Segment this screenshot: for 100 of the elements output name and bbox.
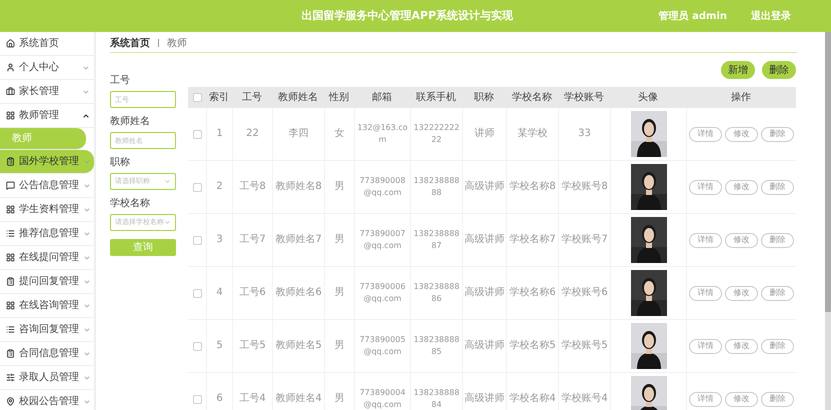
sidebar-item[interactable]: 在线咨询管理 xyxy=(0,294,94,318)
column-header: 学校账号 xyxy=(564,90,604,106)
sidebar-item[interactable]: 公告信息管理 xyxy=(0,174,94,198)
table-cell: 学校名称6 xyxy=(509,287,556,300)
column-header: 索引 xyxy=(209,90,229,106)
row-action-button[interactable]: 修改 xyxy=(725,126,758,142)
chevron-icon xyxy=(164,219,171,226)
table-cell: 22 xyxy=(246,128,259,140)
action-button[interactable]: 新增 xyxy=(721,61,755,80)
sidebar-item[interactable]: 系统首页 xyxy=(0,32,94,56)
column-header: 工号 xyxy=(242,91,262,106)
row-action-button[interactable]: 详情 xyxy=(689,392,722,407)
sidebar-item[interactable]: 学生资料管理 xyxy=(0,198,94,222)
user-label: 管理员 admin xyxy=(658,10,727,24)
table-cell: 女 xyxy=(334,128,344,140)
row-action-button[interactable]: 详情 xyxy=(689,286,722,301)
table-cell: 高级讲师 xyxy=(464,287,504,300)
row-action-button[interactable]: 删除 xyxy=(761,286,794,301)
checkbox[interactable] xyxy=(192,342,202,351)
row-action-button[interactable]: 详情 xyxy=(689,338,722,354)
checkbox[interactable] xyxy=(192,93,202,102)
checkbox[interactable] xyxy=(192,130,202,139)
row-action-button[interactable]: 详情 xyxy=(689,180,722,195)
table-cell: 2 xyxy=(216,181,223,194)
menu-icon xyxy=(6,87,15,96)
table-cell: 学校账号7 xyxy=(561,234,608,246)
column-header: 学校名称 xyxy=(512,90,552,106)
table-cell: 1 xyxy=(216,128,223,140)
row-action-button[interactable]: 修改 xyxy=(725,180,758,195)
table-cell: 3 xyxy=(216,234,223,246)
table-cell-text: 13222222222 xyxy=(412,122,460,146)
row-action-button[interactable]: 修改 xyxy=(725,338,758,354)
search-button[interactable]: 查询 xyxy=(110,239,176,256)
checkbox[interactable] xyxy=(192,288,202,298)
table-cell: 33 xyxy=(578,128,591,140)
menu-icon xyxy=(6,325,15,334)
table-cell: 工号5 xyxy=(239,340,266,352)
column-header: 头像 xyxy=(638,90,658,106)
table-cell: 学校名称5 xyxy=(509,340,556,352)
table-cell: 学校账号8 xyxy=(561,181,608,194)
menu-icon xyxy=(6,277,15,286)
table-cell-text: 773890008@qq.com xyxy=(358,175,406,200)
table-cell-text: 13823888886 xyxy=(412,281,460,306)
sidebar-item[interactable]: 咨询回复管理 xyxy=(0,318,94,342)
sidebar-item[interactable]: 个人中心 xyxy=(0,56,94,80)
table-cell: 男 xyxy=(334,181,344,194)
sidebar-item[interactable]: 家长管理 xyxy=(0,80,94,104)
row-action-button[interactable]: 删除 xyxy=(761,392,794,407)
menu-icon xyxy=(6,181,15,190)
table-cell: 学校账号4 xyxy=(561,393,608,406)
row-action-button[interactable]: 详情 xyxy=(689,126,722,142)
menu-icon xyxy=(6,63,15,72)
sidebar-item[interactable]: 推荐信息管理 xyxy=(0,222,94,246)
breadcrumb-separator xyxy=(158,39,159,48)
row-action-button[interactable]: 删除 xyxy=(761,126,794,142)
table-cell: 学校名称7 xyxy=(509,234,556,246)
menu-icon xyxy=(6,111,15,120)
column-header: 联系手机 xyxy=(416,90,456,106)
action-button[interactable]: 删除 xyxy=(762,61,796,80)
row-action-button[interactable]: 修改 xyxy=(725,286,758,301)
menu-icon xyxy=(6,39,15,48)
table-cell: 男 xyxy=(334,340,344,352)
checkbox[interactable] xyxy=(192,394,202,404)
submenu-item[interactable]: 教师 xyxy=(0,128,86,150)
row-action-button[interactable]: 详情 xyxy=(689,232,722,248)
table-cell-text: 773890007@qq.com xyxy=(358,228,406,252)
table-cell: 教师姓名7 xyxy=(275,234,322,246)
filter-label: 工号 xyxy=(110,74,131,88)
sidebar-item[interactable]: 在线提问管理 xyxy=(0,246,94,270)
breadcrumb-current: 教师 xyxy=(167,36,187,51)
table-cell: 高级讲师 xyxy=(464,181,504,194)
sidebar-item[interactable]: 国外学校管理 xyxy=(0,150,94,174)
sidebar-item[interactable]: 合同信息管理 xyxy=(0,342,94,366)
table-cell: 学校账号6 xyxy=(561,287,608,300)
table-cell: 工号8 xyxy=(239,181,266,194)
column-header: 性别 xyxy=(329,90,349,106)
sidebar-item[interactable]: 校园公告管理 xyxy=(0,390,94,410)
table-cell: 李四 xyxy=(288,128,308,140)
table-cell-text: 13823888888 xyxy=(412,175,460,200)
checkbox[interactable] xyxy=(192,182,202,192)
row-action-button[interactable]: 修改 xyxy=(725,232,758,248)
row-action-button[interactable]: 删除 xyxy=(761,338,794,354)
menu-icon xyxy=(6,253,15,262)
sidebar-item[interactable]: 录取人员管理 xyxy=(0,366,94,390)
table-cell-text: 773890005@qq.com xyxy=(358,334,406,358)
table-cell: 教师姓名4 xyxy=(275,393,322,406)
checkbox[interactable] xyxy=(192,236,202,245)
column-header: 教师姓名 xyxy=(278,91,318,106)
logout-link[interactable]: 退出登录 xyxy=(751,8,791,24)
row-action-button[interactable]: 删除 xyxy=(761,180,794,195)
row-action-button[interactable]: 删除 xyxy=(761,232,794,248)
breadcrumb-home[interactable]: 系统首页 xyxy=(110,36,150,51)
table-cell: 6 xyxy=(216,393,223,406)
table-cell: 学校名称4 xyxy=(509,393,556,406)
table-cell: 高级讲师 xyxy=(464,340,504,352)
table-cell: 男 xyxy=(334,287,344,300)
row-action-button[interactable]: 修改 xyxy=(725,392,758,407)
menu-icon xyxy=(6,205,15,214)
sidebar-item[interactable]: 提问回复管理 xyxy=(0,270,94,294)
table-cell: 教师姓名6 xyxy=(275,287,322,300)
